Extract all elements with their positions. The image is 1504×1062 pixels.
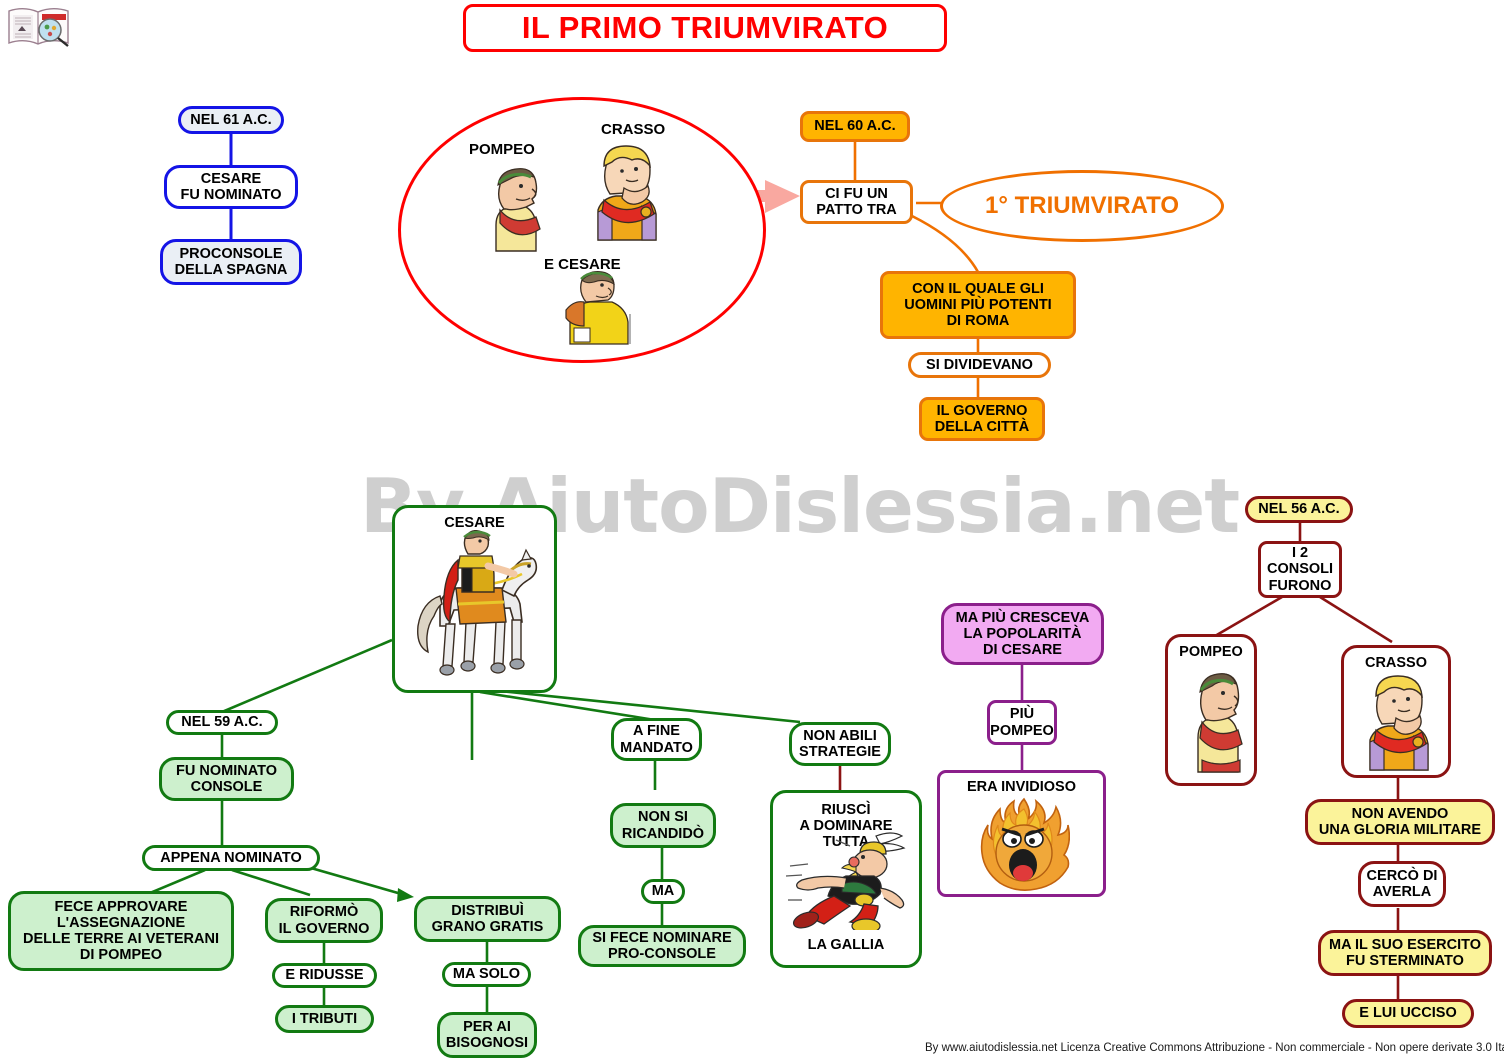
node-pompeo-label: POMPEO — [1179, 644, 1243, 660]
node-gallia-bottom-text: LA GALLIA — [807, 936, 885, 953]
node-a-fine-mandato[interactable]: A FINE MANDATO — [611, 718, 702, 761]
asterix-running-icon — [785, 832, 906, 930]
oval-label-cesare: E CESARE — [544, 256, 621, 273]
node-non-abili-strategie[interactable]: NON ABILI STRATEGIE — [789, 722, 891, 766]
book-magnifier-icon — [8, 8, 69, 47]
node-ma-solo[interactable]: MA SOLO — [442, 962, 531, 987]
node-governo-citta[interactable]: IL GOVERNO DELLA CITTÀ — [919, 397, 1045, 441]
node-non-si-ricandido[interactable]: NON SI RICANDIDÒ — [610, 803, 716, 848]
node-era-invidioso-label: ERA INVIDIOSO — [966, 779, 1077, 795]
node-uomini-potenti-roma[interactable]: CON IL QUALE GLI UOMINI PIÙ POTENTI DI R… — [880, 271, 1076, 339]
node-ma[interactable]: MA — [641, 879, 685, 904]
node-e-ridusse[interactable]: E RIDUSSE — [272, 963, 377, 988]
node-e-lui-ucciso[interactable]: E LUI UCCISO — [1342, 999, 1474, 1028]
node-si-fece-nominare-proconsole[interactable]: SI FECE NOMINARE PRO-CONSOLE — [578, 925, 746, 967]
node-popolarita-cesare[interactable]: MA PIÙ CRESCEVA LA POPOLARITÀ DI CESARE — [941, 603, 1104, 665]
node-nel-61-ac[interactable]: NEL 61 A.C. — [178, 106, 284, 134]
cesare-on-horse-icon — [417, 530, 538, 676]
node-i-tributi[interactable]: I TRIBUTI — [275, 1005, 374, 1033]
node-non-avendo-gloria[interactable]: NON AVENDO UNA GLORIA MILITARE — [1305, 799, 1495, 845]
node-cesare-fu-nominato[interactable]: CESARE FU NOMINATO — [164, 165, 298, 209]
node-fu-nominato-console[interactable]: FU NOMINATO CONSOLE — [159, 757, 294, 801]
node-ci-fu-un-patto-tra[interactable]: CI FU UN PATTO TRA — [800, 180, 913, 224]
node-piu-pompeo[interactable]: PIÙ POMPEO — [987, 700, 1057, 745]
cesare-seated-figure-icon — [565, 271, 631, 345]
oval-label-crasso: CRASSO — [601, 121, 666, 138]
node-i-2-consoli-furono[interactable]: I 2 CONSOLI FURONO — [1258, 541, 1342, 598]
node-cesare-label: CESARE — [444, 515, 505, 531]
node-appena-nominato[interactable]: APPENA NOMINATO — [142, 845, 320, 871]
node-nel-56-ac[interactable]: NEL 56 A.C. — [1245, 496, 1353, 523]
node-esercito-sterminato[interactable]: MA IL SUO ESERCITO FU STERMINATO — [1318, 930, 1492, 976]
node-proconsole-spagna[interactable]: PROCONSOLE DELLA SPAGNA — [160, 239, 302, 285]
pompeo-portrait-icon — [1197, 673, 1243, 773]
concept-map-page: IL PRIMO TRIUMVIRATO By AiutoDislessia.n… — [0, 0, 1504, 1062]
node-terre-veterani-pompeo[interactable]: FECE APPROVARE L'ASSEGNAZIONE DELLE TERR… — [8, 891, 234, 971]
crasso-figure-icon — [597, 145, 657, 241]
node-distribui-grano-gratis[interactable]: DISTRIBUÌ GRANO GRATIS — [414, 896, 561, 942]
node-per-ai-bisognosi[interactable]: PER AI BISOGNOSI — [437, 1012, 537, 1058]
node-riformo-il-governo[interactable]: RIFORMÒ IL GOVERNO — [265, 898, 383, 943]
page-title: IL PRIMO TRIUMVIRATO — [463, 4, 947, 52]
crasso-portrait-icon — [1369, 675, 1429, 771]
node-cerco-di-averla[interactable]: CERCÒ DI AVERLA — [1358, 861, 1446, 907]
node-nel-60-ac[interactable]: NEL 60 A.C. — [800, 111, 910, 142]
angry-fire-face-icon — [980, 797, 1070, 891]
pompeo-figure-icon — [495, 168, 541, 252]
oval-label-pompeo: POMPEO — [469, 141, 535, 158]
node-primo-triumvirato[interactable]: 1° TRIUMVIRATO — [940, 170, 1224, 242]
node-nel-59-ac[interactable]: NEL 59 A.C. — [166, 710, 278, 735]
footer-license: By www.aiutodislessia.net Licenza Creati… — [925, 1042, 1504, 1054]
node-si-dividevano[interactable]: SI DIVIDEVANO — [908, 352, 1051, 378]
